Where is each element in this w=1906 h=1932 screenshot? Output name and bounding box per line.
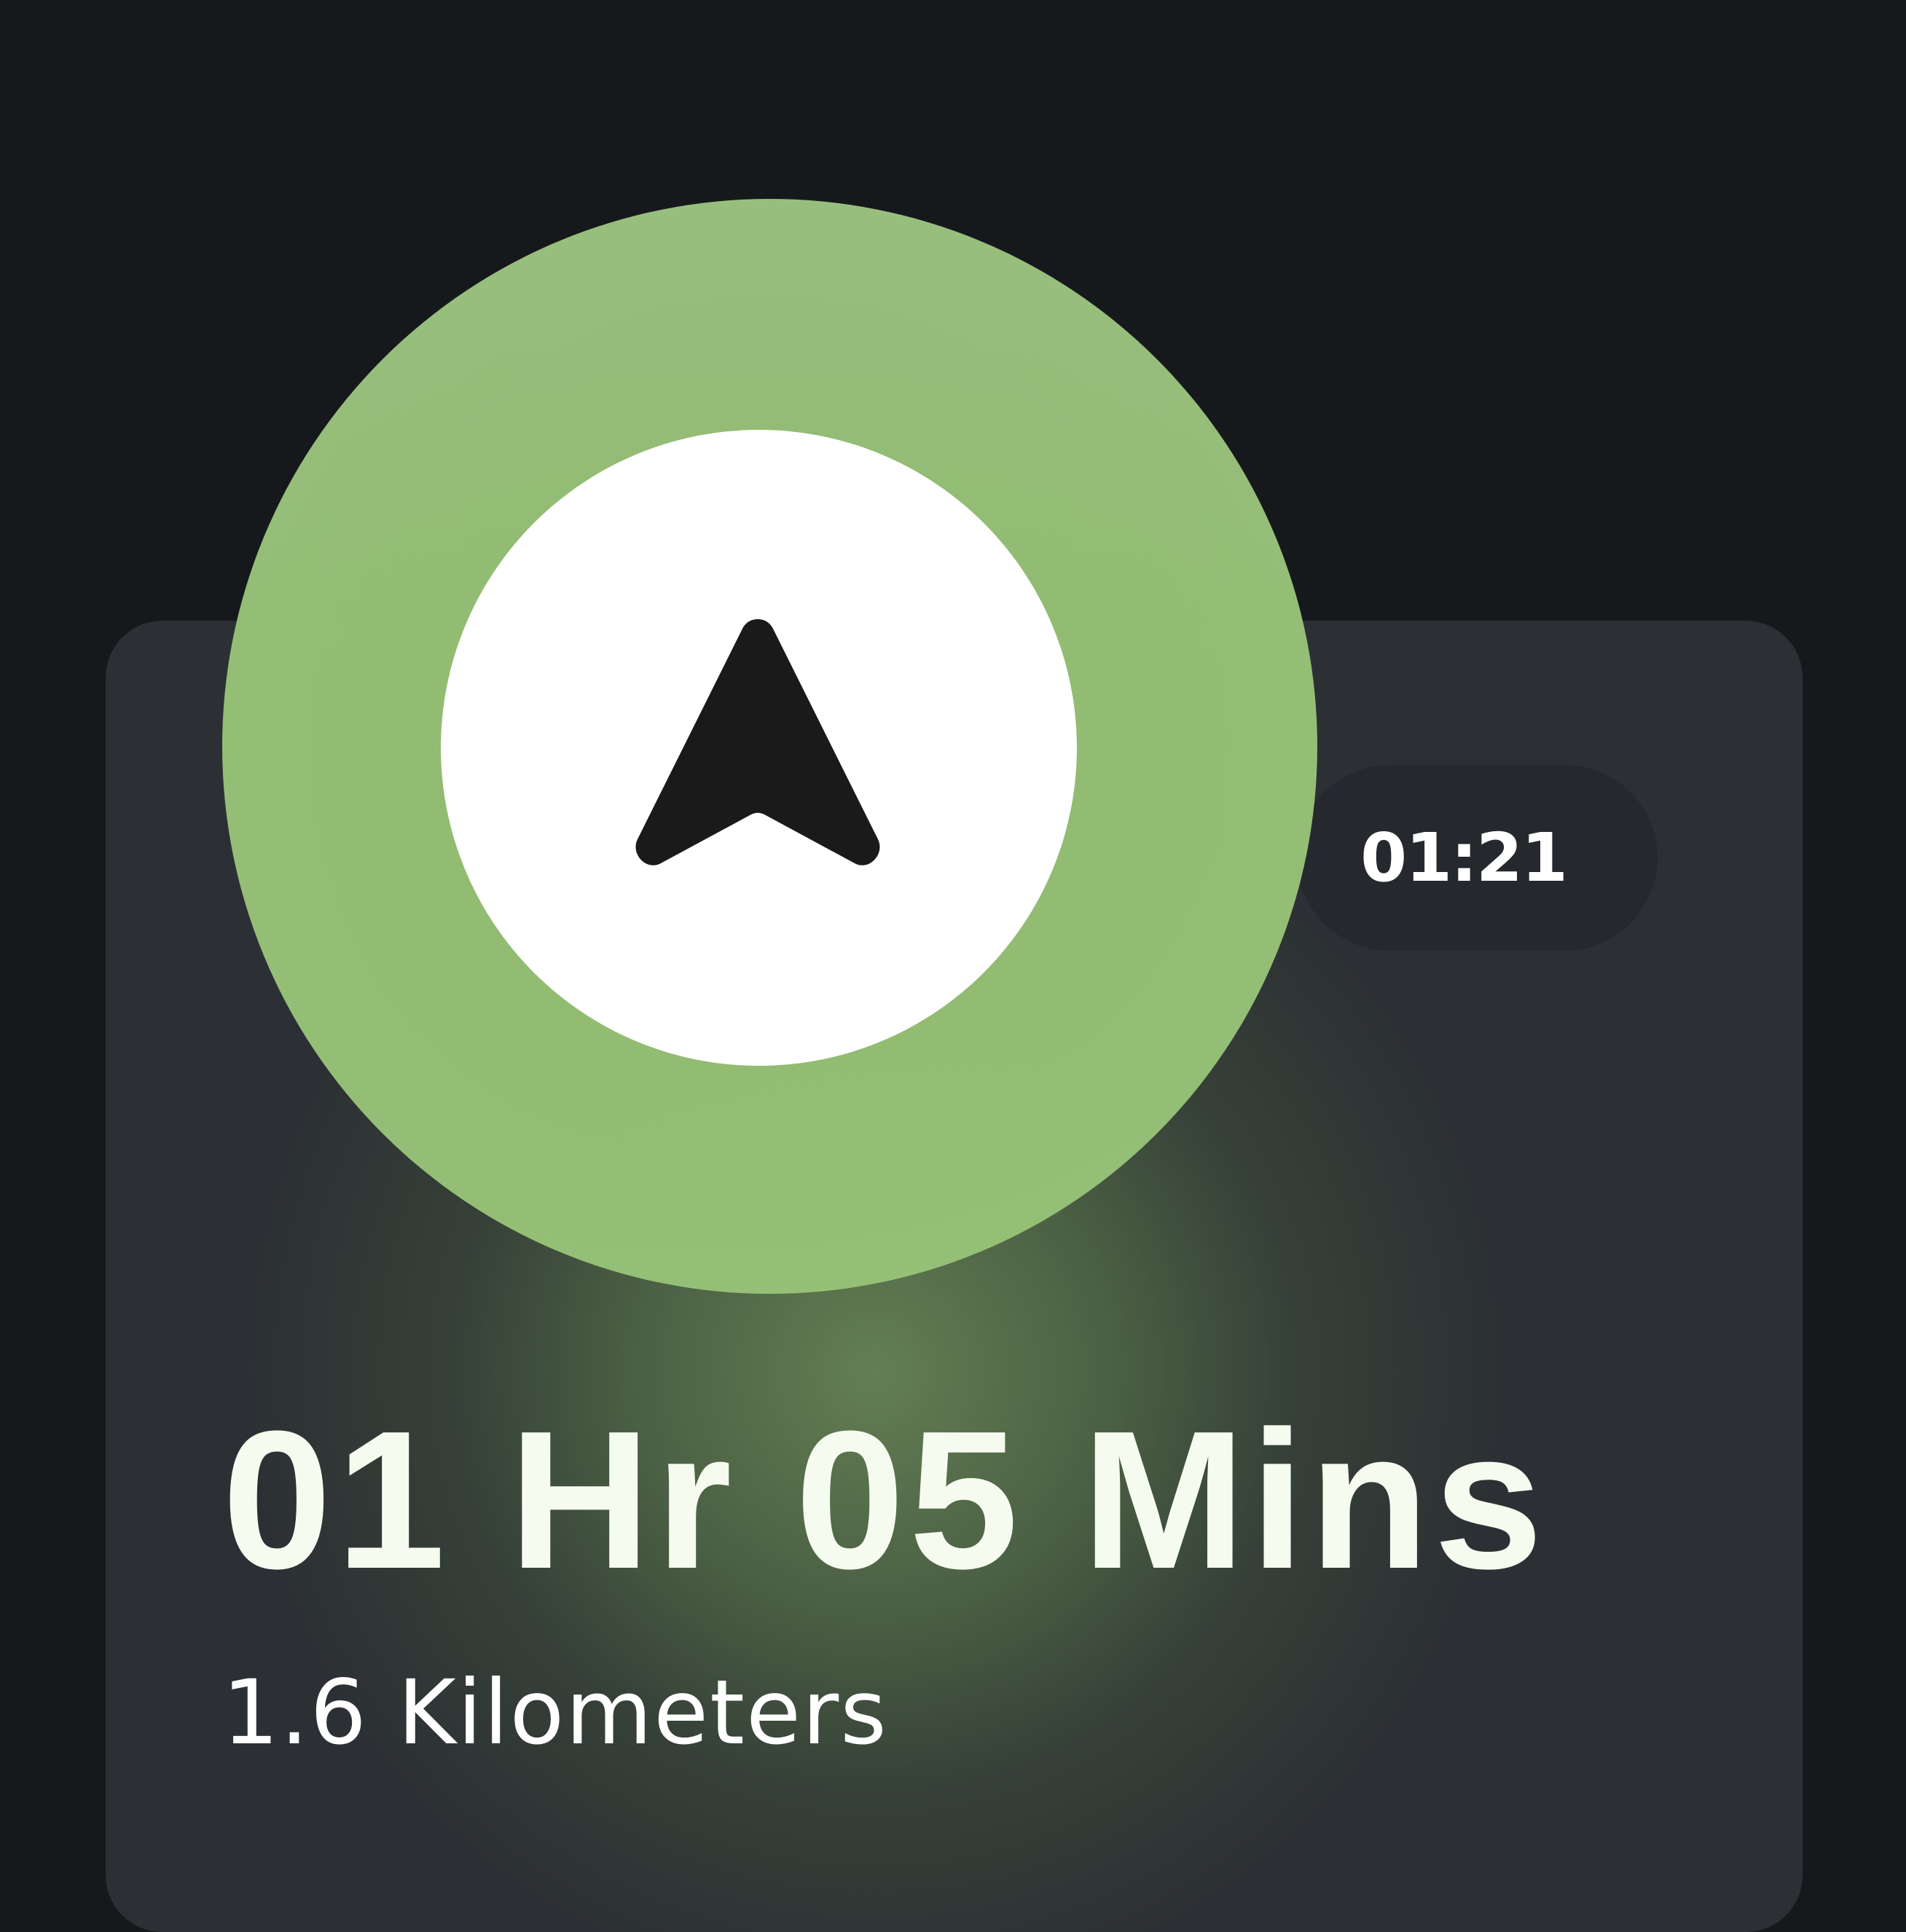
trip-distance: 1.6 Kilometers [222, 1661, 888, 1764]
navigation-arrow-icon [635, 619, 880, 865]
elapsed-time: 01:21 [1360, 819, 1568, 897]
trip-duration: 01 Hr 05 Mins [222, 1391, 1548, 1610]
elapsed-time-pill: 01:21 [1297, 765, 1658, 951]
